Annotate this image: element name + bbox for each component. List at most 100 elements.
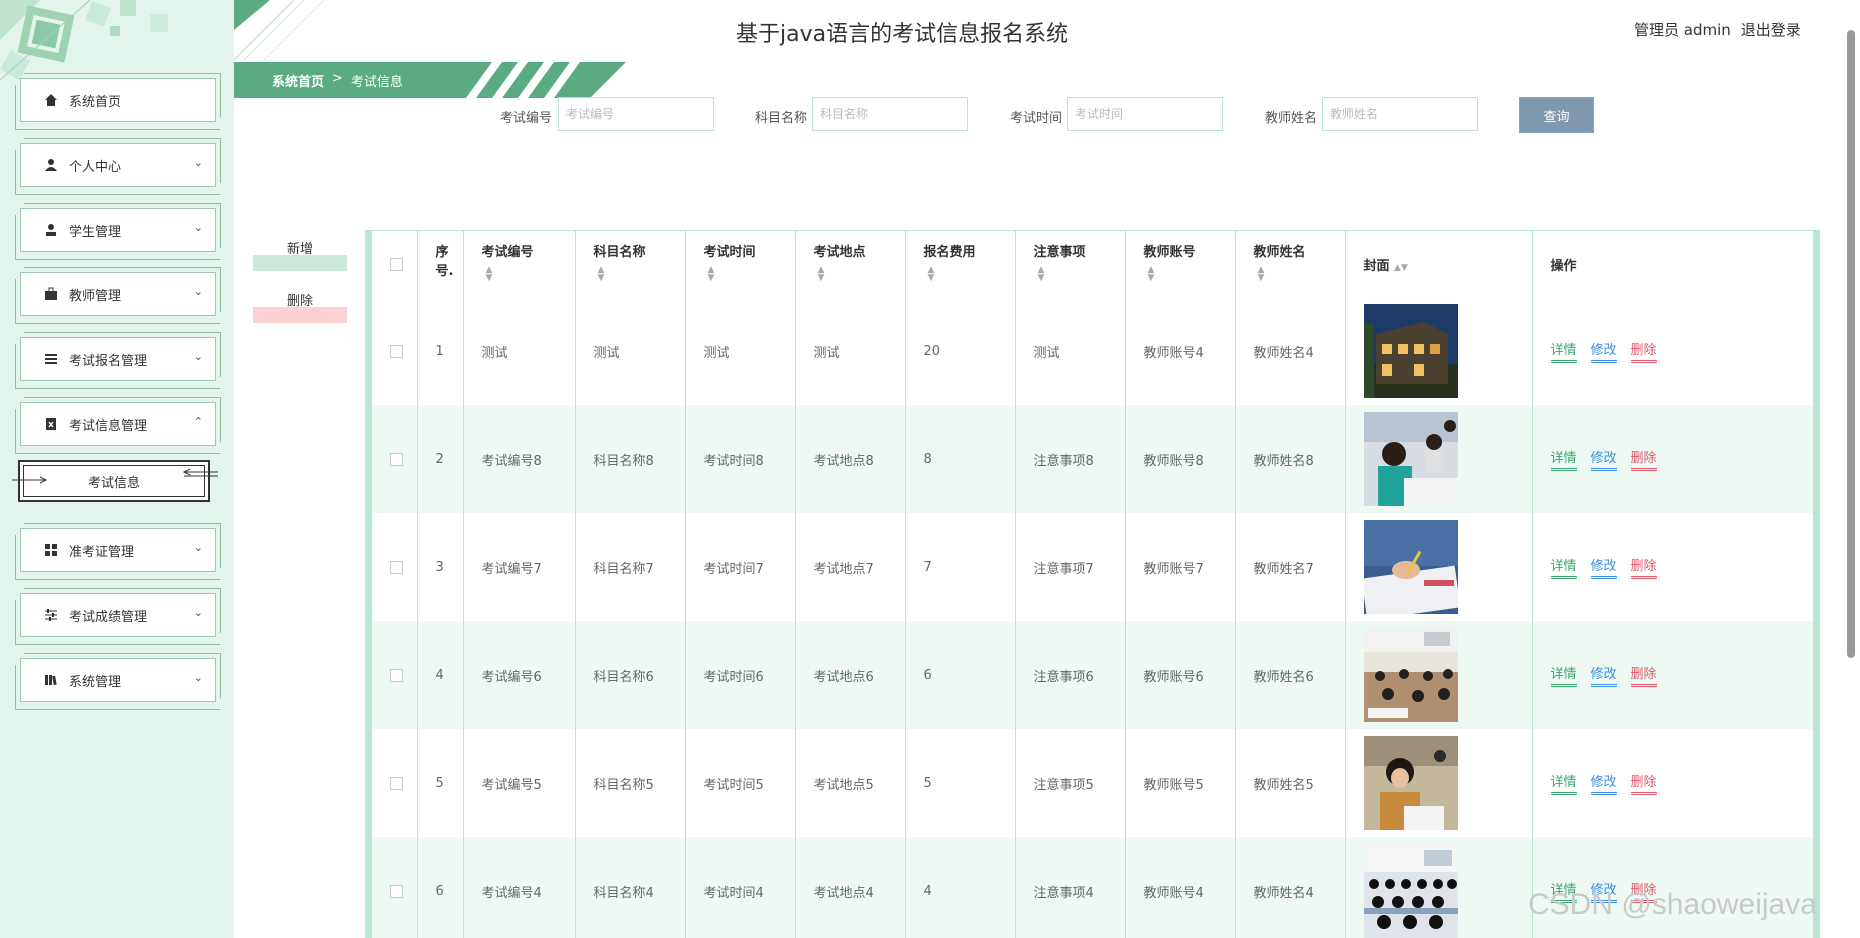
sort-icon[interactable]: ▲▼ [928, 266, 1015, 283]
row-select-cell [372, 837, 418, 938]
sidebar-item-registration[interactable]: 考试报名管理 ⌄ [15, 332, 221, 389]
edit-link[interactable]: 修改 [1590, 339, 1617, 363]
briefcase-icon [43, 286, 59, 302]
sidebar-item-teachers[interactable]: 教师管理 ⌄ [15, 267, 221, 324]
cell-cover [1345, 405, 1533, 513]
row-checkbox[interactable] [390, 884, 403, 898]
detail-link[interactable]: 详情 [1550, 771, 1577, 795]
search-form: 考试编号 科目名称 考试时间 教师姓名 查询 [0, 97, 1860, 133]
cell-teacher-account: 教师账号6 [1125, 621, 1236, 729]
cell-subject: 科目名称5 [575, 729, 686, 837]
sort-icon[interactable]: ▲▼ [1394, 263, 1408, 273]
column-header-time[interactable]: 考试时间 ▲ ▼ [685, 231, 796, 297]
row-checkbox[interactable] [390, 344, 403, 358]
cell-time: 考试时间8 [685, 405, 796, 513]
cell-time: 测试 [685, 297, 796, 405]
sidebar-item-label: 学生管理 [69, 224, 122, 240]
sort-icon[interactable]: ▲▼ [598, 266, 685, 283]
add-button[interactable]: 新增 [253, 235, 347, 271]
batch-delete-button[interactable]: 删除 [253, 287, 347, 323]
column-header-exam-no[interactable]: 考试编号 ▲ ▼ [463, 231, 576, 297]
cover-image [1363, 304, 1532, 398]
column-header-teacher-name[interactable]: 教师姓名 ▲ ▼ [1235, 231, 1346, 297]
sort-icon[interactable]: ▲▼ [1038, 266, 1125, 283]
cell-subject: 科目名称7 [575, 513, 686, 621]
column-header-notice[interactable]: 注意事项 ▲ ▼ [1015, 231, 1126, 297]
cell-notice: 注意事项5 [1015, 729, 1126, 837]
column-header-ops: 操作 [1550, 258, 1577, 274]
sidebar-item-label: 个人中心 [69, 159, 122, 175]
delete-link[interactable]: 删除 [1630, 555, 1657, 579]
sidebar-item-admission-ticket[interactable]: 准考证管理 ⌄ [15, 523, 221, 580]
exam-table: 序号. 考试编号 ▲ ▼ 科目名称 ▲ ▼ 考试时间 ▲ ▼ 考试地点 ▲ ▼ 报名费用 ▲ ▼ 注… [365, 230, 1820, 938]
row-checkbox[interactable] [390, 560, 403, 574]
row-checkbox[interactable] [390, 776, 403, 790]
breadcrumb-current: 考试信息 [350, 75, 403, 90]
sidebar: 系统首页 个人中心 ⌄ 学生管理 ⌄ 教师管理 ⌄ 考试报名管理 ⌄ 考试信息管… [0, 0, 234, 938]
select-all-checkbox[interactable] [390, 257, 403, 271]
sort-icon[interactable]: ▲▼ [818, 266, 905, 283]
delete-link[interactable]: 删除 [1630, 771, 1657, 795]
cell-teacher-account: 教师账号7 [1125, 513, 1236, 621]
column-header-fee[interactable]: 报名费用 ▲ ▼ [905, 231, 1016, 297]
cell-teacher-name: 教师姓名5 [1235, 729, 1346, 837]
sidebar-item-exam-info-mgmt[interactable]: 考试信息管理 ⌃ [15, 397, 221, 454]
row-checkbox[interactable] [390, 452, 403, 466]
sidebar-item-students[interactable]: 学生管理 ⌄ [15, 203, 221, 260]
document-x-icon [43, 416, 59, 432]
user-name: 管理员 admin [1634, 21, 1731, 39]
cell-notice: 注意事项8 [1015, 405, 1126, 513]
row-checkbox[interactable] [390, 668, 403, 682]
sort-icon[interactable]: ▲▼ [1148, 266, 1235, 283]
detail-link[interactable]: 详情 [1550, 447, 1577, 471]
search-button[interactable]: 查询 [1519, 97, 1594, 133]
delete-link[interactable]: 删除 [1630, 663, 1657, 687]
page-scrollbar[interactable] [1842, 0, 1860, 938]
cell-subject: 科目名称4 [575, 837, 686, 938]
column-header-teacher-account[interactable]: 教师账号 ▲ ▼ [1125, 231, 1236, 297]
table-header-row: 序号. 考试编号 ▲ ▼ 科目名称 ▲ ▼ 考试时间 ▲ ▼ 考试地点 ▲ ▼ 报名费用 ▲ ▼ 注… [372, 231, 1813, 297]
delete-link[interactable]: 删除 [1630, 447, 1657, 471]
edit-link[interactable]: 修改 [1590, 771, 1617, 795]
chevron-up-icon: ⌃ [193, 415, 203, 428]
scrollbar-thumb[interactable] [1847, 30, 1855, 658]
cell-index: 1 [417, 297, 464, 405]
cell-place: 考试地点6 [795, 621, 906, 729]
column-header-subject[interactable]: 科目名称 ▲ ▼ [575, 231, 686, 297]
subject-input[interactable] [812, 97, 968, 131]
sidebar-item-personal-center[interactable]: 个人中心 ⌄ [15, 138, 221, 195]
cell-place: 测试 [795, 297, 906, 405]
detail-link[interactable]: 详情 [1550, 339, 1577, 363]
row-select-cell [372, 621, 418, 729]
detail-link[interactable]: 详情 [1550, 555, 1577, 579]
edit-link[interactable]: 修改 [1590, 663, 1617, 687]
cell-notice: 测试 [1015, 297, 1126, 405]
exam-no-input[interactable] [558, 97, 714, 131]
cell-index: 5 [417, 729, 464, 837]
sort-icon[interactable]: ▲▼ [1258, 266, 1345, 283]
sidebar-item-label: 考试信息管理 [69, 418, 148, 434]
sort-icon[interactable]: ▲▼ [708, 266, 795, 283]
exam-time-input[interactable] [1067, 97, 1223, 131]
sidebar-item-scores[interactable]: 考试成绩管理 ⌄ [15, 588, 221, 645]
chevron-down-icon: ⌄ [193, 285, 203, 298]
column-header-cover[interactable]: 封面 ▲▼ [1345, 231, 1533, 297]
edit-link[interactable]: 修改 [1590, 555, 1617, 579]
user-info: 管理员 admin 退出登录 [1634, 19, 1801, 40]
edit-link[interactable]: 修改 [1590, 447, 1617, 471]
logout-link[interactable]: 退出登录 [1741, 19, 1801, 40]
delete-link[interactable]: 删除 [1630, 339, 1657, 363]
breadcrumb: 系统首页 > 考试信息 [272, 71, 403, 90]
sidebar-item-system[interactable]: 系统管理 ⌄ [15, 653, 221, 710]
teacher-name-input[interactable] [1322, 97, 1478, 131]
list-icon [43, 351, 59, 367]
sort-icon[interactable]: ▲▼ [486, 266, 575, 283]
cell-teacher-account: 教师账号5 [1125, 729, 1236, 837]
column-header-place[interactable]: 考试地点 ▲ ▼ [795, 231, 906, 297]
person-icon [43, 157, 59, 173]
sidebar-subitem-exam-info[interactable]: 考试信息 [12, 460, 218, 502]
book-icon [43, 672, 59, 688]
breadcrumb-home[interactable]: 系统首页 [272, 71, 324, 90]
page-title: 基于java语言的考试信息报名系统 [736, 22, 1069, 47]
detail-link[interactable]: 详情 [1550, 663, 1577, 687]
